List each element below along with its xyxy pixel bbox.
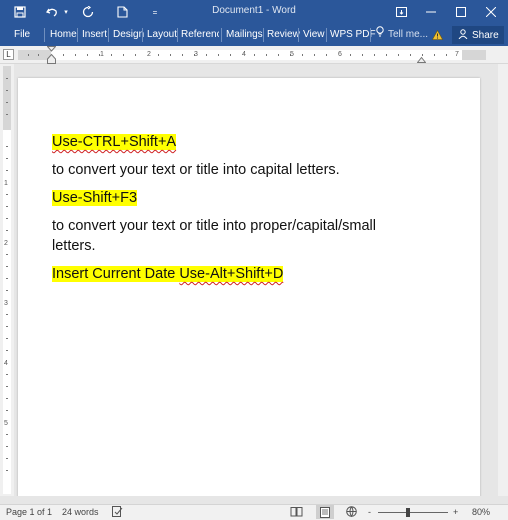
title-bar: ▾ = Document1 - Word <box>0 0 508 24</box>
ruler-number: 2 <box>147 51 151 58</box>
tab-divider <box>44 28 45 42</box>
vertical-ruler-bar: 1 2 3 4 5 <box>0 64 14 496</box>
status-bar: Page 1 of 1 24 words - + 80% <box>0 504 508 520</box>
word-count[interactable]: 24 words <box>62 507 99 517</box>
proofing-icon[interactable] <box>112 506 123 519</box>
read-mode-icon[interactable] <box>290 506 303 519</box>
horizontal-ruler[interactable]: 1 2 3 4 5 6 7 <box>18 46 486 64</box>
ruler-number: 1 <box>4 180 8 187</box>
top-margin-shade <box>3 66 11 130</box>
tab-stop-selector[interactable]: L <box>3 49 14 60</box>
tab-divider <box>108 28 109 42</box>
shortcut-insert-date[interactable]: Insert Current Date Use-Alt+Shift+D <box>52 264 284 284</box>
tab-layout[interactable]: Layout <box>147 24 177 46</box>
shortcut-uppercase[interactable]: Use-CTRL+Shift+A <box>52 132 177 152</box>
horizontal-ruler-bar: L 1 2 3 4 5 6 7 <box>0 46 508 64</box>
ribbon-tabs: File Home Insert Design Layout Reference… <box>0 24 508 46</box>
tab-divider <box>142 28 143 42</box>
vertical-ruler[interactable]: 1 2 3 4 5 <box>3 66 11 494</box>
description-uppercase[interactable]: to convert your text or title into capit… <box>52 160 340 180</box>
zoom-out-button[interactable]: - <box>368 507 371 517</box>
zoom-level[interactable]: 80% <box>472 507 490 517</box>
tab-insert[interactable]: Insert <box>82 24 107 46</box>
highlighted-text: Use-Alt+Shift+D <box>179 266 284 282</box>
right-indent-marker-icon[interactable] <box>417 54 426 63</box>
tab-view[interactable]: View <box>303 24 325 46</box>
web-layout-icon[interactable] <box>346 506 357 519</box>
document-canvas[interactable]: Use-CTRL+Shift+A to convert your text or… <box>14 64 498 496</box>
tab-home[interactable]: Home <box>50 24 77 46</box>
highlighted-text: Use-Shift+F3 <box>52 190 138 206</box>
tell-me-box[interactable]: Tell me... <box>376 24 428 46</box>
tab-references[interactable]: References <box>181 24 219 46</box>
description-change-case[interactable]: to convert your text or title into prope… <box>52 216 376 236</box>
ruler-number: 2 <box>4 240 8 247</box>
description-change-case-cont[interactable]: letters. <box>52 236 96 256</box>
minimize-icon[interactable] <box>416 0 446 24</box>
tab-wps-pdf[interactable]: WPS PDF <box>330 24 376 46</box>
highlighted-text: Use-CTRL+Shift+A <box>52 134 177 150</box>
ruler-number: 4 <box>242 51 246 58</box>
zoom-in-button[interactable]: + <box>453 507 458 517</box>
vertical-scrollbar[interactable] <box>498 64 508 496</box>
warning-icon[interactable] <box>432 24 443 46</box>
close-icon[interactable] <box>476 0 506 24</box>
share-label: Share <box>472 29 499 41</box>
tab-file[interactable]: File <box>14 24 30 46</box>
ruler-number: 5 <box>4 420 8 427</box>
lightbulb-icon <box>376 24 384 46</box>
tab-divider <box>370 28 371 42</box>
right-margin-shade <box>462 50 486 60</box>
tab-review[interactable]: Review <box>267 24 300 46</box>
zoom-slider-thumb[interactable] <box>406 508 410 517</box>
tab-mailings[interactable]: Mailings <box>226 24 263 46</box>
tab-divider <box>298 28 299 42</box>
tab-divider <box>177 28 178 42</box>
tell-me-label: Tell me... <box>388 29 429 40</box>
print-layout-icon[interactable] <box>316 505 334 519</box>
tab-divider <box>77 28 78 42</box>
ruler-number: 3 <box>4 300 8 307</box>
document-page[interactable]: Use-CTRL+Shift+A to convert your text or… <box>18 78 480 496</box>
person-icon <box>458 28 468 42</box>
share-button[interactable]: Share <box>452 26 504 44</box>
tab-design[interactable]: Design <box>113 24 144 46</box>
ruler-number: 3 <box>194 51 198 58</box>
highlighted-text: Insert Current Date <box>52 266 180 282</box>
tab-divider <box>326 28 327 42</box>
indent-marker-icon[interactable] <box>47 46 56 64</box>
maximize-icon[interactable] <box>446 0 476 24</box>
tab-divider <box>263 28 264 42</box>
ruler-number: 1 <box>100 51 104 58</box>
shortcut-change-case[interactable]: Use-Shift+F3 <box>52 188 138 208</box>
ruler-number: 5 <box>290 51 294 58</box>
ruler-number: 7 <box>455 51 459 58</box>
ribbon-display-icon[interactable] <box>386 0 416 24</box>
ruler-number: 4 <box>4 360 8 367</box>
zoom-slider[interactable] <box>378 512 448 513</box>
page-count[interactable]: Page 1 of 1 <box>6 507 52 517</box>
ruler-number: 6 <box>338 51 342 58</box>
tab-divider <box>221 28 222 42</box>
